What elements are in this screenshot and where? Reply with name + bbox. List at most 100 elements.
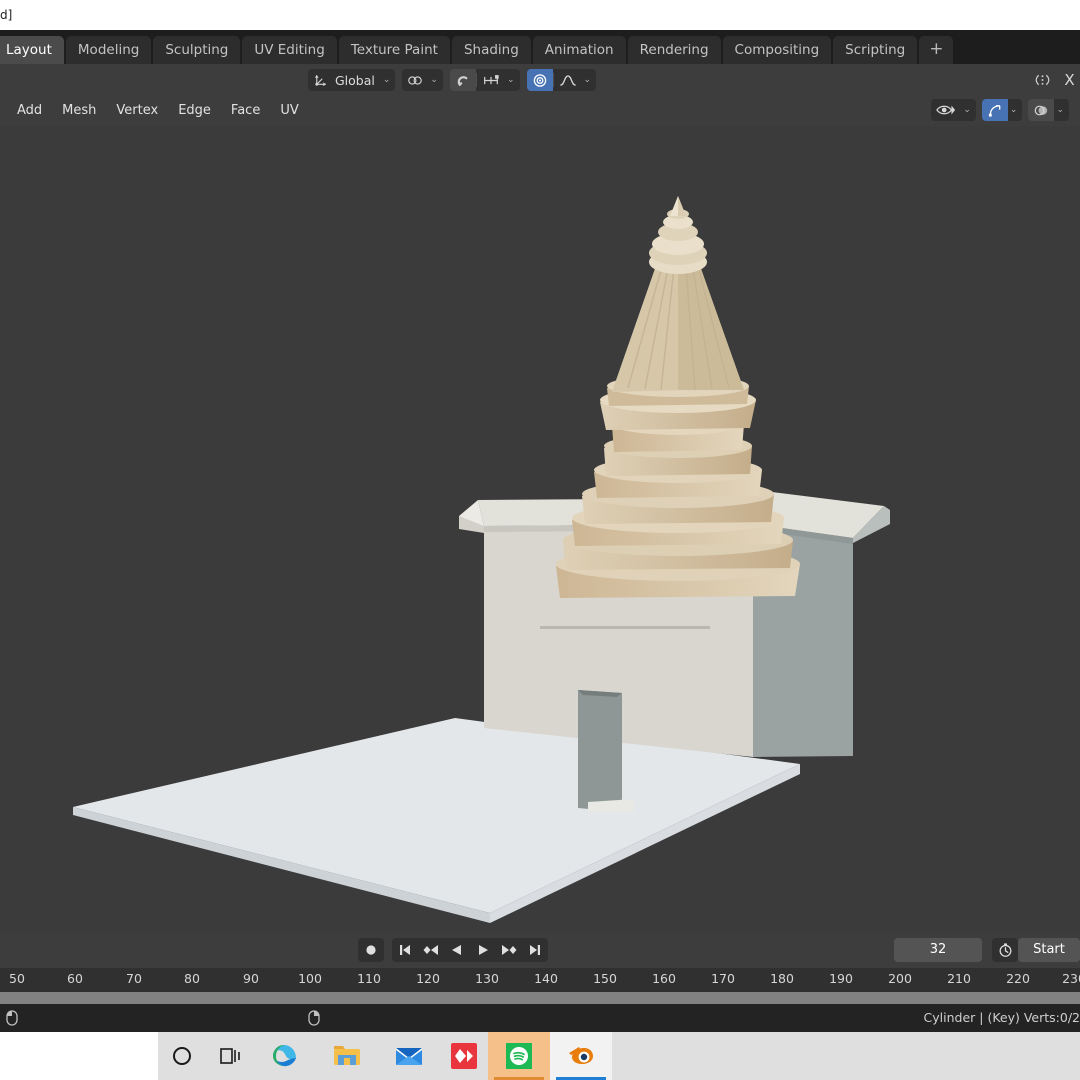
menu-face[interactable]: Face: [222, 100, 269, 122]
workspace-tab-compositing[interactable]: Compositing: [722, 36, 832, 64]
ruler-tick: 190: [829, 971, 853, 986]
chevron-down-icon[interactable]: ⌄: [1054, 105, 1069, 115]
visibility-eye-icon[interactable]: [931, 99, 961, 121]
auto-keying-group[interactable]: [992, 938, 1018, 962]
previous-keyframe-icon[interactable]: [418, 938, 444, 962]
viewport-tool-settings-header: Global ⌄ ⌄ ⌄ ⌄ X: [0, 64, 1080, 96]
windows-taskbar: [0, 1032, 1080, 1080]
menu-edge[interactable]: Edge: [169, 100, 220, 122]
orientation-axis-icon: [308, 69, 333, 91]
temple-shikhara-object: [556, 260, 800, 598]
playback-controls[interactable]: [392, 938, 548, 962]
pivot-point-icon: [402, 69, 428, 91]
jump-to-start-icon[interactable]: [392, 938, 418, 962]
play-reverse-icon[interactable]: [444, 938, 470, 962]
ruler-tick: 200: [888, 971, 912, 986]
snap-cluster-icon[interactable]: [1029, 69, 1056, 91]
workspace-tab-layout[interactable]: Layout: [0, 36, 64, 64]
workspace-tab-modeling[interactable]: Modeling: [65, 36, 152, 64]
play-icon[interactable]: [470, 938, 496, 962]
scene-statistics-text: Cylinder | (Key) Verts:0/2: [923, 1010, 1080, 1025]
workspace-tab-rendering[interactable]: Rendering: [627, 36, 721, 64]
chevron-down-icon[interactable]: ⌄: [961, 105, 976, 115]
ruler-tick: 50: [9, 971, 25, 986]
menu-uv[interactable]: UV: [271, 100, 307, 122]
ruler-tick: 170: [711, 971, 735, 986]
filmora-icon[interactable]: [440, 1032, 488, 1080]
timeline-ruler[interactable]: 50 60 70 80 90 100 110 120 130 140 150 1…: [0, 968, 1080, 992]
workspace-tab-texture-paint[interactable]: Texture Paint: [338, 36, 450, 64]
ruler-tick: 130: [475, 971, 499, 986]
mail-icon[interactable]: [378, 1032, 440, 1080]
chevron-down-icon[interactable]: ⌄: [505, 75, 520, 85]
temple-finial-object: [649, 196, 707, 274]
workspace-tab-animation[interactable]: Animation: [532, 36, 626, 64]
ruler-tick: 100: [298, 971, 322, 986]
ruler-tick: 160: [652, 971, 676, 986]
ruler-tick: 80: [184, 971, 200, 986]
chevron-down-icon[interactable]: ⌄: [428, 75, 443, 85]
magnet-icon[interactable]: [449, 69, 476, 91]
workspace-tab-shading[interactable]: Shading: [451, 36, 531, 64]
menu-vertex[interactable]: Vertex: [107, 100, 167, 122]
chevron-down-icon[interactable]: ⌄: [381, 75, 396, 85]
blender-application-window: d] Layout Modeling Sculpting UV Editing …: [0, 0, 1080, 1080]
xray-toggle-icon[interactable]: [1028, 99, 1055, 121]
overlays-icon[interactable]: [981, 99, 1008, 121]
overlays-toggle-group[interactable]: ⌄: [981, 99, 1023, 121]
record-button-group[interactable]: [358, 938, 384, 962]
menu-add[interactable]: Add: [8, 100, 51, 122]
ruler-tick: 180: [770, 971, 794, 986]
ruler-tick: 60: [67, 971, 83, 986]
blender-icon[interactable]: [550, 1032, 612, 1080]
viewport-scene-render: [73, 196, 890, 923]
ruler-tick: 70: [126, 971, 142, 986]
snapping-controls[interactable]: ⌄: [449, 69, 520, 91]
taskbar-search-box[interactable]: [0, 1032, 158, 1080]
viewport-overlay-toggles: ⌄ ⌄ ⌄: [931, 99, 1076, 121]
xray-toggle-group[interactable]: ⌄: [1028, 99, 1069, 121]
proportional-edit-icon[interactable]: [526, 69, 553, 91]
stopwatch-icon[interactable]: [992, 938, 1018, 962]
file-explorer-icon[interactable]: [316, 1032, 378, 1080]
proportional-editing-controls[interactable]: ⌄: [526, 69, 597, 91]
timeline-track-area[interactable]: [0, 992, 1080, 1004]
workspace-tab-scripting[interactable]: Scripting: [833, 36, 918, 64]
start-frame-field[interactable]: Start: [1018, 938, 1080, 962]
ruler-tick: 140: [534, 971, 558, 986]
ruler-tick: 220: [1006, 971, 1030, 986]
current-frame-field[interactable]: 32: [894, 938, 982, 962]
ruler-tick: 120: [416, 971, 440, 986]
task-view-icon[interactable]: [206, 1032, 254, 1080]
chevron-down-icon[interactable]: ⌄: [582, 75, 597, 85]
pivot-point-dropdown[interactable]: ⌄: [402, 69, 443, 91]
workspace-tab-uv-editing[interactable]: UV Editing: [242, 36, 337, 64]
snap-increment-icon[interactable]: [477, 69, 505, 91]
cortana-icon[interactable]: [158, 1032, 206, 1080]
status-bar: Cylinder | (Key) Verts:0/2: [0, 1004, 1080, 1032]
ruler-tick: 90: [243, 971, 259, 986]
add-workspace-button[interactable]: +: [919, 36, 954, 64]
menu-mesh[interactable]: Mesh: [53, 100, 105, 122]
workspace-tab-bar: Layout Modeling Sculpting UV Editing Tex…: [0, 30, 1080, 64]
transform-orientation-dropdown[interactable]: Global ⌄: [308, 69, 396, 91]
visibility-toggle-group[interactable]: ⌄: [931, 99, 976, 121]
3d-viewport[interactable]: [0, 96, 1080, 932]
falloff-curve-icon[interactable]: [554, 69, 582, 91]
ruler-tick: 110: [357, 971, 381, 986]
edge-browser-icon[interactable]: [254, 1032, 316, 1080]
close-x-icon[interactable]: X: [1056, 69, 1080, 91]
chevron-down-icon[interactable]: ⌄: [1008, 105, 1023, 115]
window-title-fragment: d]: [0, 0, 1080, 30]
timeline-header: 32 Start: [0, 932, 1080, 968]
workspace-tab-sculpting[interactable]: Sculpting: [153, 36, 241, 64]
transform-orientation-value: Global: [335, 72, 375, 88]
mouse-right-button-icon: [304, 1010, 324, 1026]
ruler-tick: 210: [947, 971, 971, 986]
record-icon[interactable]: [358, 938, 384, 962]
edit-mode-menu-bar: Add Mesh Vertex Edge Face UV: [0, 96, 1080, 126]
spotify-icon[interactable]: [488, 1032, 550, 1080]
mouse-left-button-icon: [2, 1010, 22, 1026]
jump-to-end-icon[interactable]: [522, 938, 548, 962]
next-keyframe-icon[interactable]: [496, 938, 522, 962]
